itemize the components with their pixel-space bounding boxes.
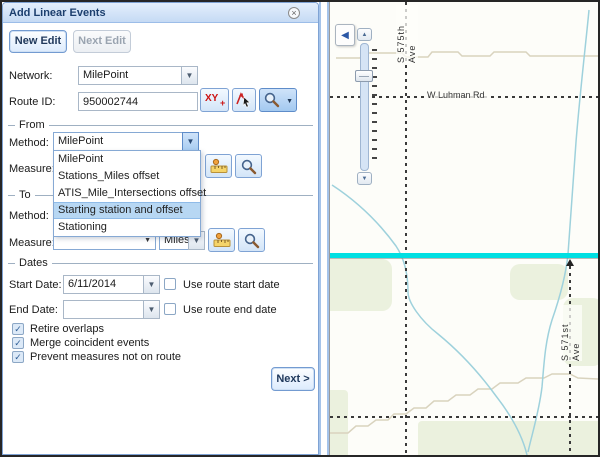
to-measure-arrow-icon[interactable]: ▼ [144,237,151,244]
route-id-input[interactable] [78,92,198,111]
use-route-start-checkbox[interactable] [164,278,176,290]
prevent-measures-checkbox[interactable]: ✓ [12,351,24,363]
creek-line [332,185,527,455]
zoom-slider-track[interactable] [360,43,369,171]
from-measure-tool-button[interactable] [205,154,232,178]
start-date-value: 6/11/2014 [68,278,116,290]
search-dropdown-arrow-icon: ▼ [286,98,293,105]
method-dropdown-list: MilePoint Stations_Miles offset ATIS_Mil… [53,150,201,237]
dropdown-item[interactable]: MilePoint [54,151,200,168]
zoom-slider-ticks [372,49,377,166]
to-method-label: Method: [9,210,49,222]
end-date-label: End Date: [9,304,58,316]
from-method-dropdown-arrow-icon[interactable]: ▼ [182,132,199,151]
next-button[interactable]: Next > [271,367,315,391]
network-dropdown-arrow-icon[interactable]: ▼ [181,66,198,85]
to-measure-tool-button[interactable] [208,228,235,252]
prevent-measures-label: Prevent measures not on route [30,351,181,363]
magnifier-icon [240,158,258,176]
from-measure-label: Measure: [9,163,55,175]
retire-overlaps-label: Retire overlaps [30,323,104,335]
close-icon[interactable]: × [288,7,300,19]
zoom-out-arrow-icon: ▼ [362,176,368,182]
road-label-s-571st-ave: S 571st Ave [560,305,582,361]
merge-coincident-label: Merge coincident events [30,337,149,349]
from-method-combo[interactable]: MilePoint ▼ [53,132,199,151]
dropdown-item-selected[interactable]: Starting station and offset [54,202,200,219]
zoom-in-button[interactable]: ▲ [357,28,372,41]
dropdown-item[interactable]: Stations_Miles offset [54,168,200,185]
from-method-label: Method: [9,137,49,149]
route-direction-arrow-icon [566,259,574,266]
use-route-start-label: Use route start date [183,279,280,291]
contour-line [330,374,598,433]
dropdown-item[interactable]: Stationing [54,219,200,236]
use-route-end-checkbox[interactable] [164,303,176,315]
measure-ruler-icon [209,158,229,176]
magnifier-icon [263,91,281,109]
road-label-w-luhman-rd: W Luhman Rd [425,90,487,100]
road-bottom [330,416,598,418]
route-id-label: Route ID: [9,96,55,108]
from-legend: From [15,119,49,131]
app-window: Add Linear Events × New Edit Next Edit N… [0,0,600,457]
to-measure-label: Measure: [9,237,55,249]
start-date-label: Start Date: [9,279,62,291]
from-separator [8,125,313,126]
xy-plus-icon: + [220,98,225,108]
to-measure-search-button[interactable] [238,228,265,252]
dropdown-item[interactable]: ATIS_Mile_Intersections offset [54,185,200,202]
from-measure-search-button[interactable] [235,154,262,178]
network-combo[interactable]: MilePoint ▼ [78,66,198,85]
new-edit-button[interactable]: New Edit [9,30,67,53]
magnifier-icon [243,232,261,250]
to-legend: To [15,189,35,201]
zoom-out-button[interactable]: ▼ [357,172,372,185]
check-icon: ✓ [14,324,22,334]
panel-header: Add Linear Events × [3,3,318,23]
end-date-combo[interactable]: ▼ [63,300,160,319]
from-method-value: MilePoint [58,135,103,147]
retire-overlaps-checkbox[interactable]: ✓ [12,323,24,335]
next-edit-button[interactable]: Next Edit [73,30,131,53]
collapse-arrow-icon: ◀ [341,30,349,41]
start-date-dropdown-arrow-icon[interactable]: ▼ [143,275,160,294]
collapse-panel-button[interactable]: ◀ [335,24,355,46]
merge-coincident-checkbox[interactable]: ✓ [12,337,24,349]
network-value: MilePoint [83,69,128,81]
check-icon: ✓ [14,338,22,348]
xy-locate-button[interactable]: XY + [200,88,229,112]
map-view[interactable]: S 575th Ave W Luhman Rd S 571st Ave ◀ ▲ … [329,2,598,455]
road-label-s-575th-ave: S 575th Ave [396,5,418,63]
start-date-combo[interactable]: 6/11/2014 ▼ [63,275,160,294]
select-route-icon [233,89,255,111]
zoom-in-arrow-icon: ▲ [362,32,368,38]
network-label: Network: [9,70,52,82]
creek-line [528,10,589,452]
panel-splitter[interactable] [319,2,329,455]
highlighted-route [330,253,598,258]
check-icon: ✓ [14,352,22,362]
add-linear-events-panel: Add Linear Events × New Edit Next Edit N… [2,2,319,455]
measure-ruler-icon [212,232,232,250]
search-route-dropdown-button[interactable]: ▼ [259,88,297,112]
road-s-575th-ave [405,2,407,455]
use-route-end-label: Use route end date [183,304,277,316]
dates-legend: Dates [15,257,52,269]
dates-separator [8,263,313,264]
end-date-dropdown-arrow-icon[interactable]: ▼ [143,300,160,319]
xy-icon: XY [205,93,218,104]
panel-title: Add Linear Events [9,7,106,19]
select-route-on-map-button[interactable] [232,88,256,112]
zoom-slider-handle[interactable] [355,70,373,82]
